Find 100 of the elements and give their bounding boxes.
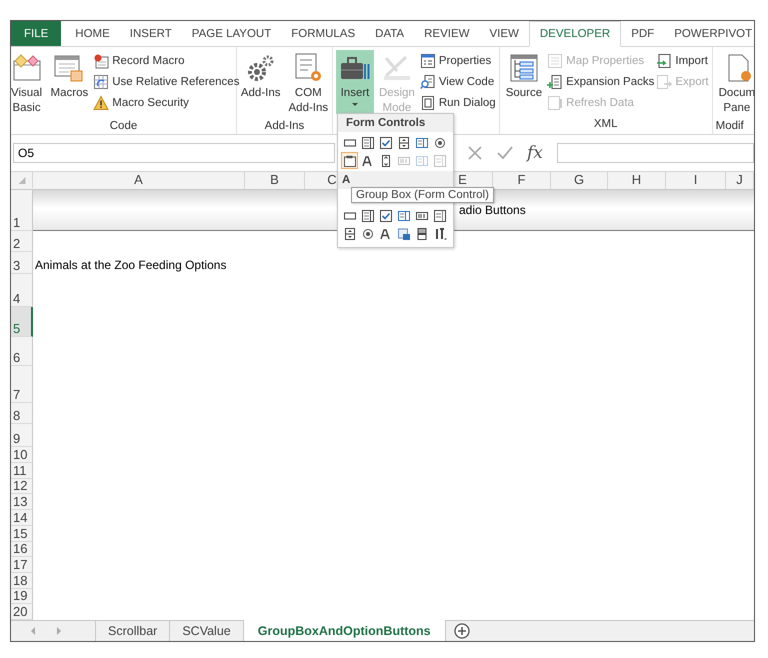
column-header[interactable]: G (551, 172, 608, 189)
combo-box-icon (432, 154, 446, 168)
row-header[interactable]: 10 (11, 447, 33, 463)
label-control-icon (360, 154, 374, 168)
ribbon-button[interactable]: Visual Basic (11, 50, 46, 118)
ribbon-tab[interactable]: DEVELOPER (528, 21, 622, 47)
control-tool[interactable] (431, 207, 448, 224)
row-header[interactable]: 12 (11, 479, 33, 494)
add-sheet-icon[interactable] (454, 623, 470, 639)
row-header[interactable]: 3 (11, 252, 33, 274)
sheet-tab[interactable]: Scrollbar (96, 621, 170, 641)
ribbon-button[interactable]: Expansion Packs (547, 73, 654, 90)
row-header[interactable]: 20 (11, 604, 33, 620)
option-button-icon (432, 136, 446, 150)
column-header[interactable]: B (245, 172, 305, 189)
row-header[interactable]: 17 (11, 557, 33, 573)
insert-function-button[interactable]: fx (527, 143, 543, 163)
group-label: Add-Ins (264, 119, 304, 134)
ribbon-button[interactable]: Properties (420, 52, 496, 69)
ribbon-button[interactable]: Source (502, 50, 546, 114)
control-tool[interactable] (377, 134, 394, 151)
combo-list-icon (396, 208, 410, 222)
ribbon-tab[interactable]: HOME (65, 21, 120, 46)
spin-button-icon (342, 226, 356, 240)
checkbox-icon (378, 208, 392, 222)
row-header[interactable]: 9 (11, 424, 33, 447)
image-control-icon (396, 226, 410, 240)
ribbon-tab[interactable]: FILE (11, 21, 62, 46)
refresh-icon (547, 94, 564, 110)
ribbon-button[interactable]: Docum Pane (716, 50, 754, 118)
combo-box-icon (432, 208, 446, 222)
control-tool[interactable] (359, 134, 376, 151)
column-header[interactable]: J (726, 172, 754, 189)
row-header[interactable]: 13 (11, 494, 33, 510)
formula-input[interactable] (556, 143, 754, 163)
row-header[interactable]: 11 (11, 463, 33, 479)
ribbon-tab[interactable]: POWERPIVOT (664, 21, 754, 46)
expansion-pack-icon (547, 74, 564, 90)
label-control-icon (378, 226, 392, 240)
ribbon-tab[interactable]: PAGE LAYOUT (182, 21, 282, 46)
ribbon-button[interactable]: View Code (420, 73, 496, 90)
ribbon-tab[interactable]: DATA (365, 21, 414, 46)
cell-text: adio Buttons (459, 203, 526, 217)
dialog-icon (420, 94, 436, 110)
list-box-icon (360, 208, 374, 222)
control-tool[interactable] (359, 207, 376, 224)
row-header[interactable]: 16 (11, 542, 33, 557)
row-header[interactable]: 2 (11, 231, 33, 252)
sheet-tab[interactable]: GroupBoxAndOptionButtons (244, 620, 446, 641)
column-header[interactable]: H (608, 172, 666, 189)
cell-text: Animals at the Zoo Feeding Options (35, 258, 226, 272)
control-tool[interactable] (377, 207, 394, 224)
group-label: Modif (716, 119, 744, 134)
row-header[interactable]: 14 (11, 510, 33, 526)
option-button-icon (360, 226, 374, 240)
row-header[interactable]: 15 (11, 526, 33, 542)
ribbon-button[interactable]: Macros (48, 50, 92, 114)
import-icon (656, 52, 672, 68)
check-icon[interactable] (497, 145, 513, 161)
row-header[interactable]: 4 (11, 274, 33, 307)
column-header[interactable]: I (666, 172, 726, 189)
ribbon-button[interactable]: COM Add-Ins (286, 50, 332, 118)
combo-list-icon (414, 154, 428, 168)
ribbon-button[interactable]: Insert (336, 50, 374, 114)
group-label: Code (110, 119, 138, 134)
row-header[interactable]: 1 (11, 190, 33, 231)
control-tool[interactable] (341, 152, 358, 169)
properties-icon (420, 52, 436, 68)
row-header[interactable]: 7 (11, 366, 33, 403)
name-box[interactable]: O5 (13, 143, 335, 163)
ribbon-tab[interactable]: VIEW (479, 21, 529, 46)
ribbon-tab[interactable]: REVIEW (414, 21, 480, 46)
ribbon-button[interactable]: Record Macro (93, 52, 240, 69)
ribbon-button[interactable]: Run Dialog (420, 94, 496, 111)
ribbon-button[interactable]: Add-Ins (238, 50, 284, 114)
record-macro-icon (93, 52, 110, 68)
export-icon (656, 74, 672, 90)
menu-section-title: A (338, 171, 453, 189)
ribbon-tab[interactable]: PDF (621, 21, 664, 46)
row-header[interactable]: 6 (11, 337, 33, 366)
ribbon-button[interactable]: Use Relative References (93, 73, 240, 90)
ribbon-button[interactable]: Macro Security (93, 94, 240, 111)
checkbox-icon (378, 136, 392, 150)
ribbon-button[interactable]: Import (656, 52, 709, 69)
row-header[interactable]: 19 (11, 589, 33, 604)
toggle-button-icon (414, 226, 428, 240)
magnifier-page-icon (420, 74, 436, 90)
column-header[interactable]: A (33, 172, 245, 189)
row-header[interactable]: 5 (11, 307, 33, 337)
group-box-icon (342, 154, 356, 168)
row-header[interactable]: 8 (11, 403, 33, 424)
warning-icon (93, 94, 110, 110)
row-header[interactable]: 18 (11, 573, 33, 589)
map-properties-icon (547, 52, 564, 68)
ribbon-tab[interactable]: FORMULAS (281, 21, 366, 46)
spin-button-icon (396, 136, 410, 150)
ribbon-tab[interactable]: INSERT (120, 21, 182, 46)
relative-grid-icon (93, 74, 110, 90)
tooltip: Group Box (Form Control) (351, 187, 494, 203)
menu-section-title: Form Controls (338, 114, 453, 132)
